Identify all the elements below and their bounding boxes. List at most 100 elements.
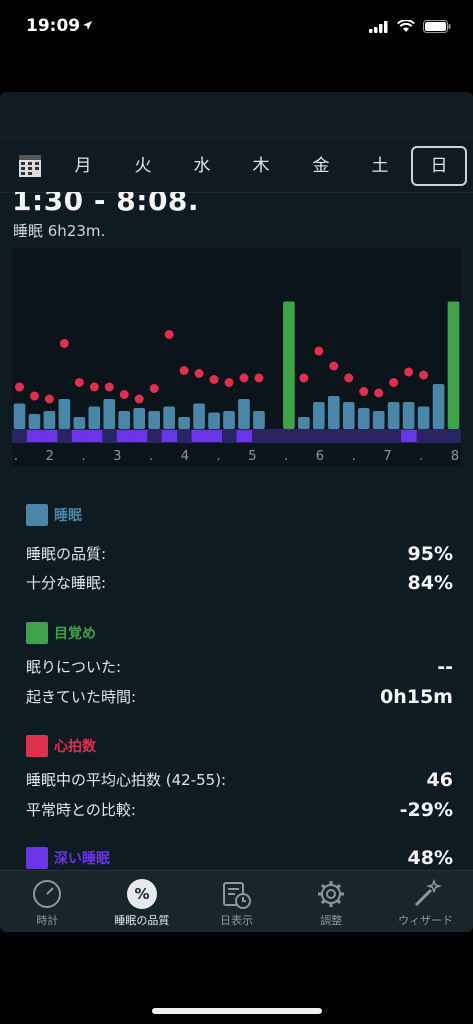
stat-sleep-quality: 睡眠の品質: 95% bbox=[26, 543, 453, 565]
deep-sleep-segment bbox=[401, 430, 417, 442]
stat-label: 睡眠の品質: bbox=[26, 545, 107, 563]
tab-bar: 時計 % 睡眠の品質 日表示 調整 ウィザード bbox=[0, 870, 473, 932]
stat-vs-normal: 平常時との比較: -29% bbox=[26, 799, 453, 821]
legend-awake: 目覚め bbox=[26, 622, 96, 644]
day-tue[interactable]: 火 bbox=[115, 146, 171, 186]
sleep-bar bbox=[402, 402, 415, 429]
sleep-bar bbox=[163, 406, 175, 429]
day-mon[interactable]: 月 bbox=[55, 146, 111, 186]
calendar-clock-icon bbox=[223, 882, 252, 909]
x-tick-label: . bbox=[352, 449, 356, 464]
stat-time-awake: 起きていた時間: 0h15m bbox=[26, 686, 453, 708]
heart-rate-point bbox=[374, 388, 384, 398]
tab-sleep-quality[interactable]: % 睡眠の品質 bbox=[95, 871, 190, 932]
day-sat[interactable]: 土 bbox=[352, 146, 408, 186]
sleep-bar bbox=[58, 399, 71, 429]
x-tick-label: . bbox=[81, 449, 85, 464]
stat-value: 84% bbox=[407, 572, 453, 594]
heart-rate-point bbox=[239, 373, 249, 383]
tab-wizard[interactable]: ウィザード bbox=[378, 871, 473, 932]
sleep-bar bbox=[357, 408, 370, 429]
calendar-grid-icon[interactable] bbox=[18, 154, 42, 178]
awake-title: 目覚め bbox=[54, 626, 96, 642]
heart-rate-point bbox=[224, 378, 234, 387]
home-indicator[interactable] bbox=[152, 1008, 322, 1014]
signal-icon bbox=[369, 20, 388, 33]
sleep-title: 睡眠 bbox=[54, 508, 82, 524]
stat-label: 睡眠中の平均心拍数 (42-55): bbox=[26, 771, 227, 789]
tab-label: 時計 bbox=[36, 914, 59, 927]
stat-label: 起きていた時間: bbox=[26, 688, 137, 706]
x-tick-label: 5 bbox=[248, 449, 256, 464]
heart-swatch bbox=[26, 735, 48, 757]
deep-sleep-segment bbox=[26, 430, 43, 442]
heart-rate-point bbox=[389, 378, 399, 387]
sleep-range: 1:30 - 8:08. bbox=[12, 192, 200, 217]
x-tick-label: . bbox=[217, 449, 221, 464]
tab-clock[interactable]: 時計 bbox=[0, 871, 95, 932]
battery-icon bbox=[423, 20, 451, 33]
sleep-bar bbox=[312, 402, 325, 429]
gear-icon bbox=[318, 881, 345, 907]
heart-rate-point bbox=[209, 375, 219, 384]
awake-bar bbox=[447, 301, 460, 429]
sleep-bar bbox=[253, 411, 265, 429]
tab-label: 睡眠の品質 bbox=[114, 914, 170, 927]
legend-heart: 心拍数 bbox=[26, 735, 96, 757]
sleep-bar bbox=[327, 396, 340, 429]
heart-rate-point bbox=[359, 387, 369, 396]
heart-rate-point bbox=[404, 367, 414, 377]
legend-deep: 深い睡眠 48% bbox=[26, 847, 453, 869]
status-bar: 19:09 bbox=[0, 0, 473, 58]
stat-value: 0h15m bbox=[380, 686, 453, 708]
sleep-bar bbox=[103, 399, 116, 429]
x-tick-label: 4 bbox=[181, 449, 189, 464]
deep-sleep-segment bbox=[206, 430, 223, 442]
x-tick-label: . bbox=[284, 449, 288, 464]
heart-rate-point bbox=[89, 382, 99, 392]
x-tick-label: 7 bbox=[383, 449, 391, 464]
heart-rate-point bbox=[134, 394, 144, 404]
heart-rate-point bbox=[299, 373, 309, 383]
sleep-bar bbox=[148, 411, 161, 429]
stat-label: 眠りについた: bbox=[26, 658, 122, 676]
day-thu[interactable]: 木 bbox=[233, 146, 289, 186]
deep-sleep-segment bbox=[236, 430, 252, 442]
deep-sleep-segment bbox=[71, 430, 88, 442]
deep-sleep-segment bbox=[86, 430, 103, 442]
heart-rate-point bbox=[119, 390, 129, 399]
day-wed[interactable]: 水 bbox=[174, 146, 230, 186]
deep-sleep-segment bbox=[191, 430, 208, 442]
sleep-duration: 睡眠 6h23m. bbox=[13, 222, 106, 240]
sleep-bar bbox=[88, 406, 101, 429]
day-fri[interactable]: 金 bbox=[293, 146, 349, 186]
x-tick-label: . bbox=[14, 449, 18, 464]
deep-sleep-segment bbox=[131, 430, 148, 442]
app-header bbox=[0, 92, 473, 140]
sleep-swatch bbox=[26, 504, 48, 526]
stat-avg-heart-rate: 睡眠中の平均心拍数 (42-55): 46 bbox=[26, 769, 453, 791]
heart-rate-point bbox=[29, 391, 39, 401]
deep-sleep-segment bbox=[116, 430, 133, 442]
sleep-bar bbox=[342, 402, 355, 429]
stat-value: -- bbox=[437, 656, 453, 678]
heart-rate-point bbox=[194, 369, 204, 378]
sleep-bar bbox=[73, 417, 86, 429]
heart-rate-point bbox=[59, 339, 69, 348]
stat-label: 平常時との比較: bbox=[26, 801, 136, 819]
tab-day-view[interactable]: 日表示 bbox=[189, 871, 284, 932]
sleep-bar bbox=[28, 414, 41, 429]
stat-value: 46 bbox=[426, 769, 453, 791]
heart-rate-point bbox=[314, 346, 324, 356]
tab-adjust[interactable]: 調整 bbox=[284, 871, 379, 932]
sleep-bar bbox=[208, 412, 220, 429]
sleep-bar bbox=[387, 402, 400, 429]
day-sun[interactable]: 日 bbox=[411, 146, 467, 186]
sleep-chart: . 2. 3. 4. 5. 6. 7. 8 bbox=[12, 248, 461, 466]
location-arrow-icon bbox=[83, 21, 92, 30]
clock-icon bbox=[33, 880, 62, 908]
x-tick-label: . bbox=[419, 449, 423, 464]
heart-rate-point bbox=[329, 361, 339, 371]
heart-rate-point bbox=[104, 382, 114, 392]
x-tick-label: 3 bbox=[113, 449, 121, 464]
